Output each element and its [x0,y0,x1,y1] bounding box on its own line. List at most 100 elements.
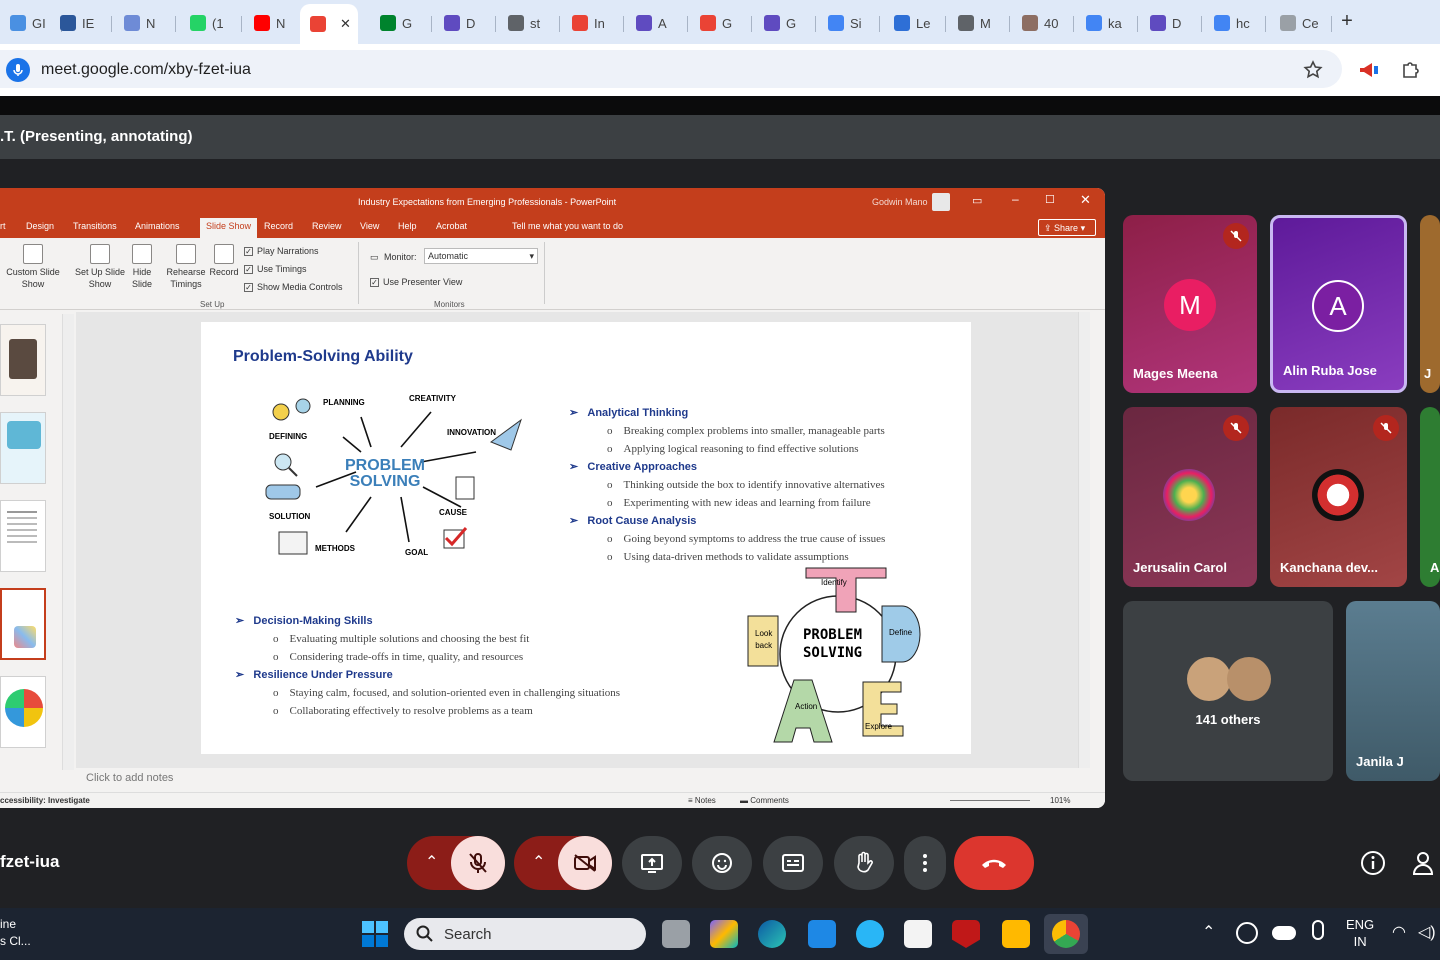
browser-tab[interactable]: G [754,6,816,40]
onedrive-icon[interactable] [1272,926,1296,940]
file-explorer-icon[interactable] [1002,920,1030,948]
microphone-indicator-icon[interactable] [6,58,30,82]
ribbon-display-icon[interactable]: ▭ [972,194,982,207]
monitor-select[interactable]: Automatic ▾ [424,248,538,264]
ppt-ribbon-tab[interactable]: Design [26,221,54,231]
edge-browser-icon[interactable] [758,920,786,948]
play-narrations-checkbox[interactable]: ✓ Play Narrations [244,246,319,256]
chrome-taskbar-active[interactable] [1044,914,1088,954]
extensions-icon[interactable] [1400,60,1420,85]
participant-tile-partial[interactable]: A [1420,407,1440,587]
slide-scrollbar[interactable] [1078,312,1090,768]
input-language[interactable]: ENG IN [1346,916,1374,950]
people-button[interactable] [1412,850,1440,881]
browser-tab[interactable]: st [498,6,560,40]
sync-icon[interactable] [1236,922,1258,944]
minimize-icon[interactable]: – [1012,192,1019,206]
zoom-slider[interactable] [950,800,1030,801]
ppt-ribbon-tab[interactable]: Acrobat [436,221,467,231]
address-bar[interactable]: meet.google.com/xby-fzet-iua [0,50,1342,88]
meeting-info-button[interactable] [1360,850,1386,881]
participant-tile[interactable]: Jerusalin Carol [1123,407,1257,587]
use-presenter-view-checkbox[interactable]: ✓ Use Presenter View [370,277,462,287]
browser-tab[interactable]: G [690,6,752,40]
share-button[interactable]: ⇪ Share ▾ [1038,219,1096,236]
browser-tab[interactable]: G [370,6,432,40]
windows-start-icon[interactable] [362,921,388,952]
participant-tile[interactable]: Kanchana dev... [1270,407,1407,587]
comments-toggle[interactable]: ▬ Comments [740,796,789,805]
maximize-icon[interactable]: ☐ [1045,193,1055,206]
participant-tile-partial[interactable]: J [1420,215,1440,393]
ppt-ribbon-tab[interactable]: rt [0,221,6,231]
browser-tab[interactable]: D [1140,6,1202,40]
slide-thumbnail[interactable] [0,500,46,572]
browser-tab[interactable]: ka [1076,6,1138,40]
ppt-ribbon-tab[interactable]: Animations [135,221,180,231]
show-media-controls-checkbox[interactable]: ✓ Show Media Controls [244,282,343,292]
participant-tile[interactable]: M Mages Meena [1123,215,1257,393]
accessibility-status[interactable]: ccessibility: Investigate [0,796,90,805]
browser-tab[interactable]: 40 [1012,6,1074,40]
browser-tab[interactable]: N [114,6,176,40]
browser-tab[interactable]: In [562,6,624,40]
microphone-icon[interactable] [1312,920,1324,940]
browser-tab[interactable]: hc [1204,6,1266,40]
slide-thumbnail[interactable] [0,324,46,396]
browser-tab[interactable]: N [244,6,306,40]
browser-tab[interactable]: Si [818,6,880,40]
close-icon[interactable]: ✕ [1080,192,1091,208]
notes-pane[interactable]: Click to add notes [76,768,1090,790]
ppt-ribbon-tab[interactable]: Transitions [73,221,117,231]
help-icon[interactable] [856,920,884,948]
record-button[interactable]: Record [208,244,240,278]
mcafee-shield-icon[interactable] [952,920,980,948]
ppt-ribbon-tab[interactable]: Help [398,221,417,231]
slide-thumbnail-selected[interactable] [0,588,46,660]
close-tab-icon[interactable]: ✕ [340,16,351,32]
wifi-icon[interactable]: ◠ [1392,922,1406,942]
camera-toggle-button[interactable] [558,836,612,890]
ppt-ribbon-tab[interactable]: View [360,221,379,231]
participant-tile-speaking[interactable]: A Alin Ruba Jose [1270,215,1407,393]
copilot-icon[interactable] [710,920,738,948]
slide-thumbnail[interactable] [0,412,46,484]
leave-call-button[interactable] [954,836,1034,890]
zoom-level[interactable]: 101% [1050,796,1070,805]
browser-tab[interactable]: (1 [180,6,242,40]
chevron-up-icon[interactable]: ⌃ [532,852,545,872]
ppt-ribbon-tab[interactable]: Slide Show [200,218,258,238]
browser-tab[interactable]: M [948,6,1010,40]
browser-tab[interactable]: IE [50,6,112,40]
thumbnail-scrollbar[interactable] [62,314,74,770]
bookmark-star-icon[interactable] [1303,60,1323,85]
captions-button[interactable] [763,836,823,890]
present-screen-button[interactable] [622,836,682,890]
rehearse-timings-button[interactable]: Rehearse Timings [164,244,208,290]
notes-toggle[interactable]: ≡ Notes [688,796,716,805]
browser-tab[interactable]: A [626,6,688,40]
store-icon[interactable] [904,920,932,948]
raise-hand-button[interactable] [834,836,894,890]
mic-toggle-button[interactable] [451,836,505,890]
ppt-ribbon-tab[interactable]: Tell me what you want to do [512,221,623,231]
browser-tab[interactable]: Le [884,6,946,40]
new-tab-button[interactable]: + [1336,10,1358,32]
announcement-icon[interactable] [1358,60,1380,85]
others-tile[interactable]: 141 others [1123,601,1333,781]
user-avatar[interactable] [932,193,950,211]
slide-thumbnail[interactable] [0,676,46,748]
task-view-icon[interactable] [662,920,690,948]
show-hidden-icons[interactable]: ⌃ [1202,922,1215,942]
hide-slide-button[interactable]: Hide Slide [128,244,156,290]
browser-tab-active[interactable]: ✕ [300,4,358,44]
browser-tab[interactable]: D [434,6,496,40]
browser-tab[interactable]: Ce [1270,6,1332,40]
weather-widget[interactable]: ine s Cl... [0,916,31,950]
participant-tile[interactable]: Janila J [1346,601,1440,781]
mcafee-myapp-icon[interactable] [808,920,836,948]
ppt-ribbon-tab[interactable]: Record [264,221,293,231]
taskbar-search[interactable]: Search [404,918,646,950]
ppt-ribbon-tab[interactable]: Review [312,221,342,231]
use-timings-checkbox[interactable]: ✓ Use Timings [244,264,307,274]
